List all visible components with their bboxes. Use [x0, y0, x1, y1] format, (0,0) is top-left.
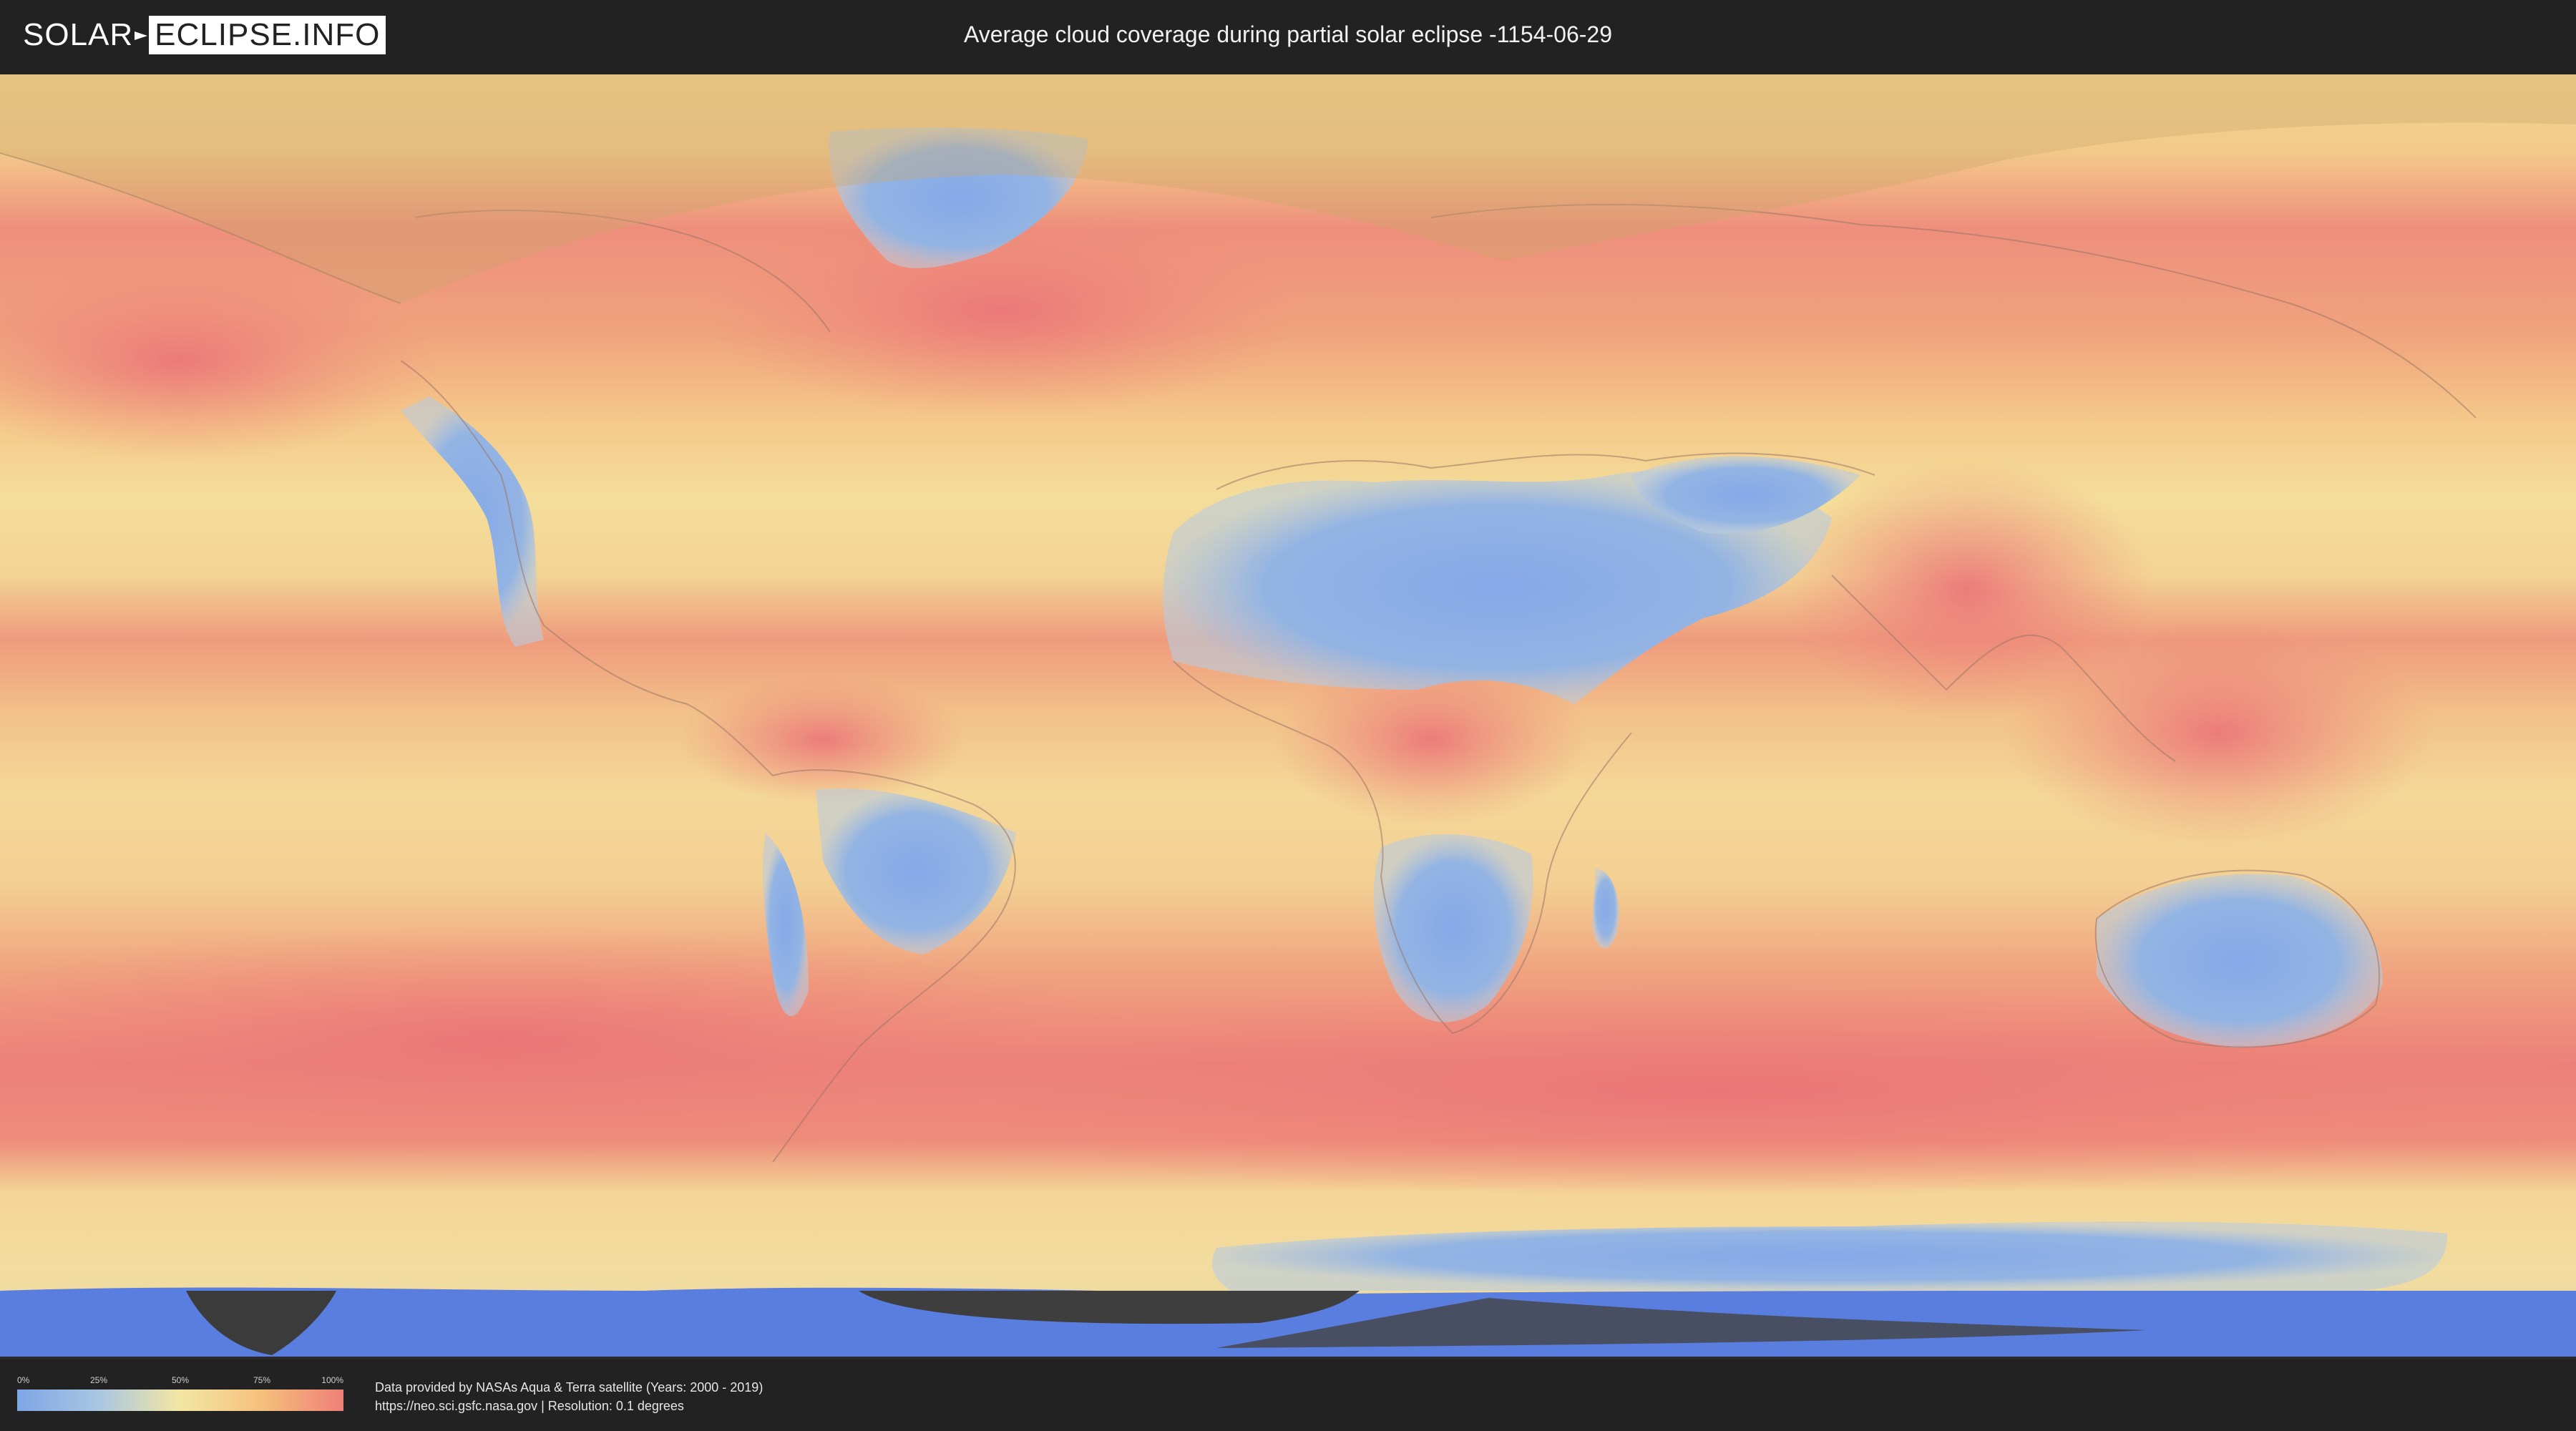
header: SOLAR ECLIPSE.INFO Average cloud coverag…: [0, 0, 2576, 72]
legend-ticks: 0% 25% 50% 75% 100%: [17, 1375, 343, 1388]
legend-tick-75: 75%: [253, 1375, 271, 1385]
cloud-coverage-map[interactable]: [0, 74, 2576, 1359]
data-credits: Data provided by NASAs Aqua & Terra sate…: [375, 1378, 763, 1415]
credits-line-2: https://neo.sci.gsfc.nasa.gov | Resoluti…: [375, 1399, 684, 1413]
amazon-north-cloud: [680, 675, 966, 804]
footer: 0% 25% 50% 75% 100% Data provided by NAS…: [0, 1359, 2576, 1431]
credits-line-1: Data provided by NASAs Aqua & Terra sate…: [375, 1380, 763, 1395]
legend-tick-50: 50%: [171, 1375, 190, 1385]
legend-tick-0: 0%: [17, 1375, 30, 1385]
page: SOLAR ECLIPSE.INFO Average cloud coverag…: [0, 0, 2576, 1431]
legend-tick-25: 25%: [89, 1375, 108, 1385]
page-title: Average cloud coverage during partial so…: [963, 21, 1613, 47]
indonesia-cloud: [2004, 618, 2433, 847]
legend-tick-100: 100%: [321, 1375, 343, 1385]
cloud-coverage-legend: 0% 25% 50% 75% 100%: [17, 1375, 343, 1415]
legend-color-bar: [17, 1390, 343, 1411]
